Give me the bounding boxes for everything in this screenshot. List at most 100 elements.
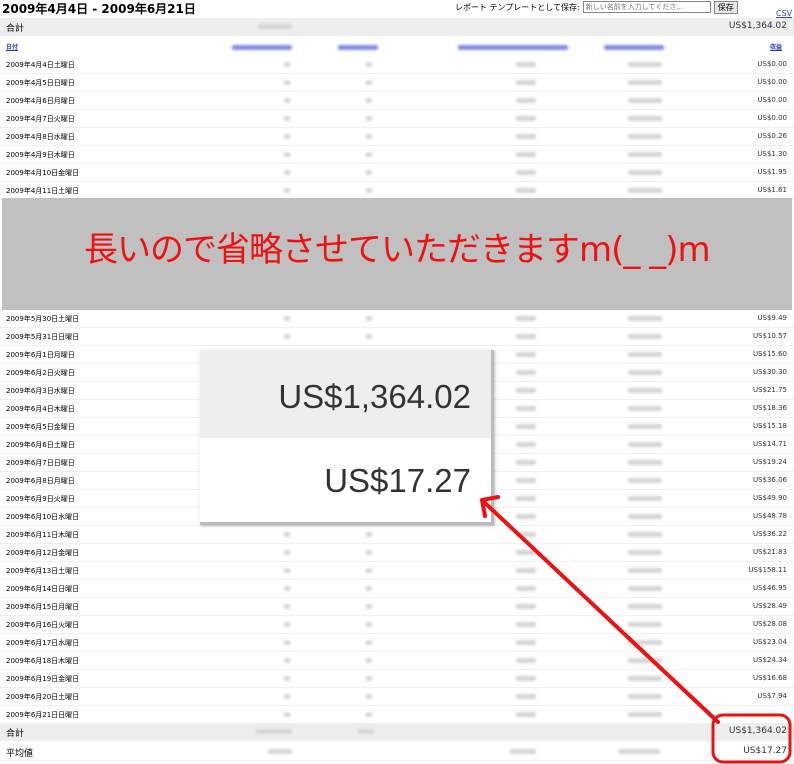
redacted-column-header[interactable] [338, 45, 378, 50]
row-revenue: US$16.68 [752, 674, 787, 682]
redacted-cell [358, 729, 374, 734]
row-revenue: US$15.18 [752, 422, 787, 430]
redacted-cell [628, 712, 662, 717]
row-date: 2009年6月11日木曜日 [6, 531, 80, 539]
redacted-cell [516, 98, 536, 103]
row-revenue: US$28.08 [752, 620, 787, 628]
redacted-cell [366, 712, 372, 717]
footer-total-value: US$1,364.02 [728, 726, 787, 736]
redacted-cell [366, 116, 372, 121]
redacted-cell [516, 496, 536, 501]
summary-total-value: US$1,364.02 [728, 21, 787, 31]
redacted-cell [516, 388, 536, 393]
csv-export-link[interactable]: CSV [776, 9, 792, 18]
table-row: 2009年6月13日土曜日 US$158.11 [0, 562, 794, 580]
redacted-cell [628, 532, 662, 537]
redacted-cell [366, 62, 372, 67]
footer-average-label: 平均値 [6, 749, 34, 759]
row-revenue: US$1.95 [757, 168, 787, 176]
redacted-cell [628, 170, 662, 175]
redacted-cell [366, 334, 372, 339]
row-date: 2009年6月19日金曜日 [6, 675, 80, 683]
redacted-cell [516, 188, 536, 193]
column-header-revenue[interactable]: 収益 [770, 42, 782, 51]
table-row: 2009年6月20日土曜日 US$7.94 [0, 688, 794, 706]
redacted-cell [284, 98, 290, 103]
redacted-cell [516, 694, 536, 699]
save-button[interactable]: 保存 [713, 0, 738, 14]
redacted-cell [284, 532, 290, 537]
redacted-cell [628, 334, 662, 339]
redacted-cell [284, 80, 290, 85]
row-date: 2009年6月8日月曜日 [6, 477, 75, 485]
column-header-date[interactable]: 日付 [6, 42, 18, 51]
row-revenue: US$36.06 [752, 476, 787, 484]
redacted-cell [284, 152, 290, 157]
redacted-cell [516, 712, 536, 717]
row-revenue: US$30.30 [752, 368, 787, 376]
redacted-cell [628, 80, 662, 85]
row-date: 2009年6月4日木曜日 [6, 405, 75, 413]
footer-average-value: US$17.27 [743, 746, 787, 756]
redacted-cell [516, 568, 536, 573]
redacted-cell [516, 532, 536, 537]
redacted-cell [516, 406, 536, 411]
row-revenue: US$36.22 [752, 530, 787, 538]
row-date: 2009年5月30日土曜日 [6, 315, 80, 323]
zoom-callout: US$1,364.02 US$17.27 [200, 350, 494, 525]
redacted-cell [284, 640, 290, 645]
redacted-cell [628, 640, 662, 645]
summary-total-row-top: 合計 US$1,364.02 [0, 18, 794, 36]
redacted-cell [628, 134, 662, 139]
redacted-column-header[interactable] [458, 45, 568, 50]
row-revenue: US$15.60 [752, 350, 787, 358]
redacted-cell [516, 370, 536, 375]
row-date: 2009年6月17日水曜日 [6, 639, 80, 647]
row-revenue: US$1.61 [757, 186, 787, 194]
row-revenue: US$0.00 [757, 114, 787, 122]
redacted-cell [628, 116, 662, 121]
redacted-cell [284, 116, 290, 121]
redacted-cell [516, 478, 536, 483]
redacted-cell [366, 170, 372, 175]
table-row: 2009年4月7日火曜日 US$0.00 [0, 110, 794, 128]
redacted-column-header[interactable] [604, 45, 664, 50]
redacted-cell [516, 116, 536, 121]
redacted-cell [366, 316, 372, 321]
row-date: 2009年6月13日土曜日 [6, 567, 80, 575]
redacted-cell [284, 676, 290, 681]
template-name-input[interactable] [582, 1, 711, 13]
redacted-cell [284, 586, 290, 591]
redacted-cell [516, 134, 536, 139]
redacted-cell [284, 316, 290, 321]
omission-note: 長いので省略させていただきますm(_ _)m [84, 230, 711, 270]
row-date: 2009年6月14日日曜日 [6, 585, 80, 593]
redacted-cell [628, 370, 662, 375]
row-revenue: US$48.78 [752, 512, 787, 520]
redacted-cell [628, 514, 662, 519]
row-revenue: US$1.30 [757, 150, 787, 158]
redacted-cell [628, 152, 662, 157]
redacted-cell [516, 658, 536, 663]
redacted-cell [366, 604, 372, 609]
table-row: 2009年6月12日金曜日 US$21.83 [0, 544, 794, 562]
row-date: 2009年6月5日金曜日 [6, 423, 75, 431]
row-revenue: US$7.94 [757, 692, 787, 700]
row-revenue: US$14.71 [752, 440, 787, 448]
table-row: 2009年5月30日土曜日 US$9.49 [0, 310, 794, 328]
redacted-cell [366, 80, 372, 85]
redacted-cell [366, 622, 372, 627]
redacted-cell [284, 712, 290, 717]
redacted-cell [516, 334, 536, 339]
redacted-cell [366, 152, 372, 157]
redacted-cell [516, 550, 536, 555]
redacted-cell [284, 694, 290, 699]
redacted-cell [628, 676, 662, 681]
table-row: 2009年4月4日土曜日 US$0.00 [0, 56, 794, 74]
redacted-cell [366, 188, 372, 193]
redacted-cell [366, 640, 372, 645]
redacted-cell [268, 749, 292, 754]
redacted-cell [516, 80, 536, 85]
redacted-column-header[interactable] [232, 45, 292, 50]
row-date: 2009年6月12日金曜日 [6, 549, 80, 557]
